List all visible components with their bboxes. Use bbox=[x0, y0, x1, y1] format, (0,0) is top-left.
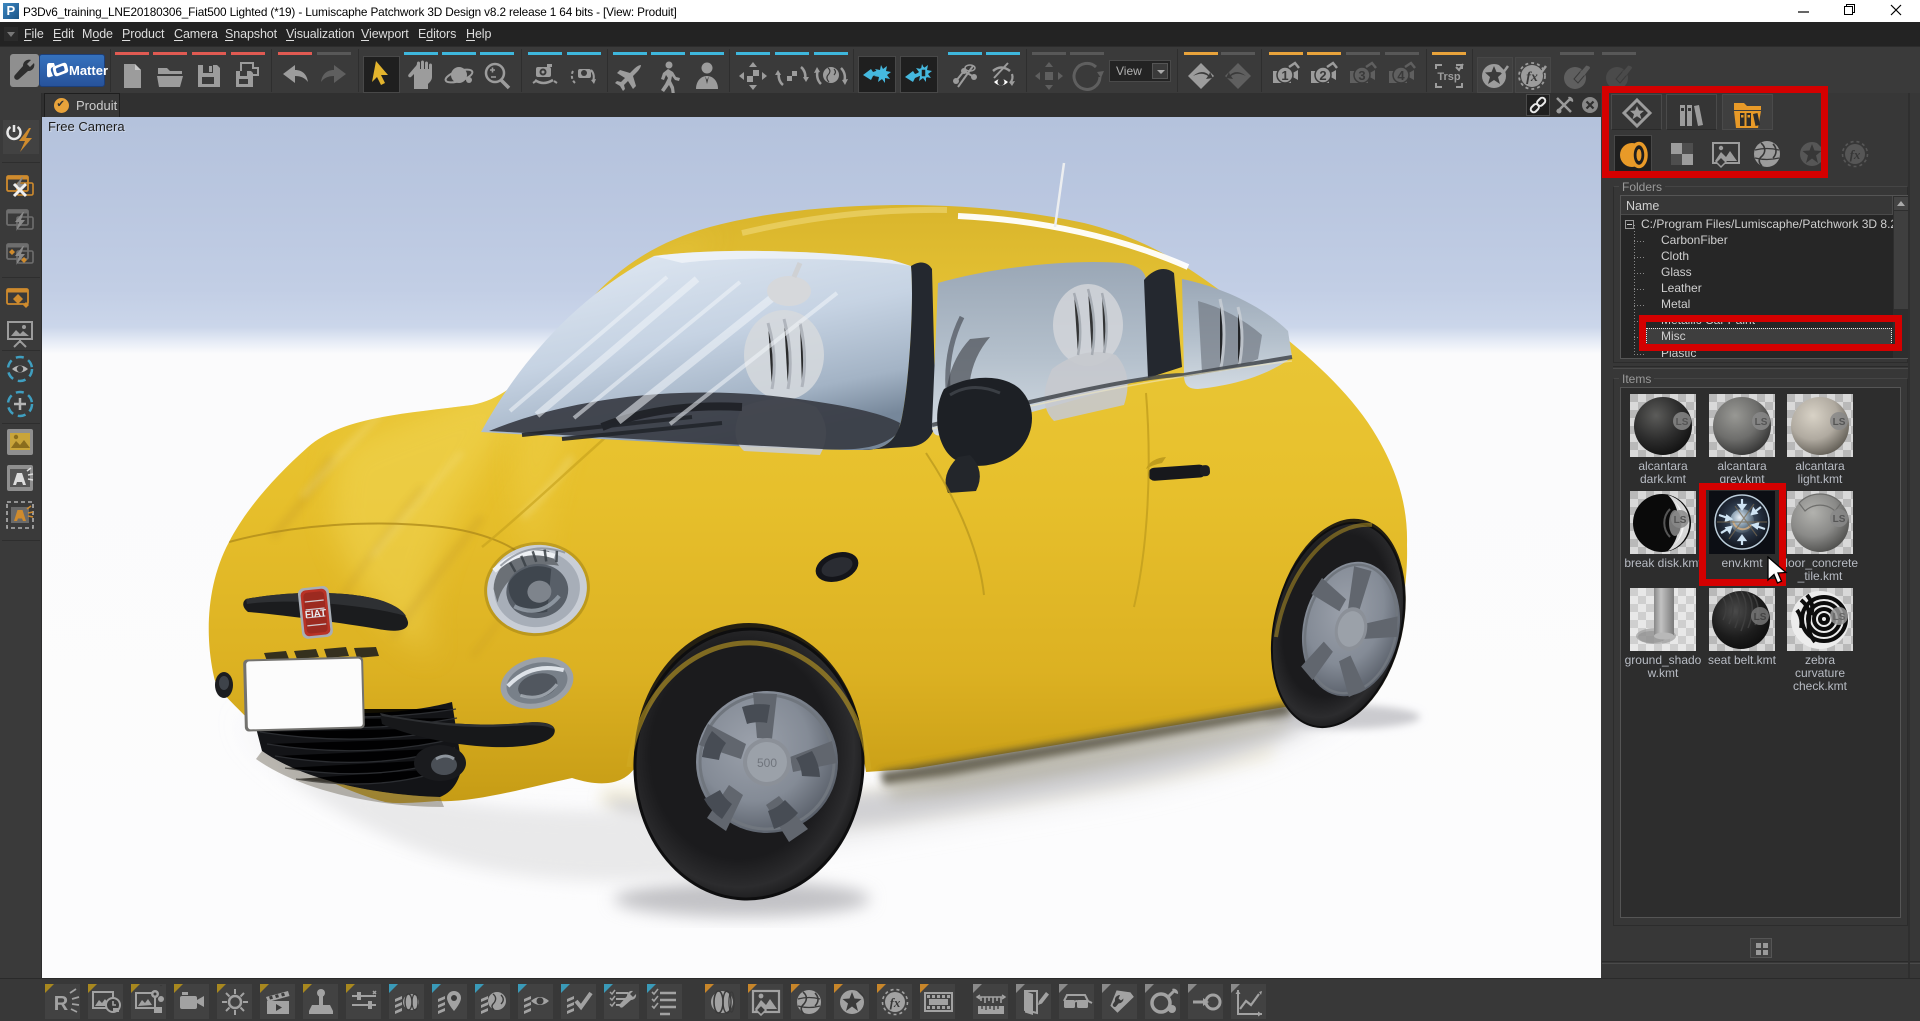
svg-text:500: 500 bbox=[757, 756, 777, 770]
svg-text:LS: LS bbox=[1674, 515, 1687, 526]
svg-text:LS: LS bbox=[1676, 417, 1689, 428]
svg-text:LS: LS bbox=[1755, 417, 1768, 428]
svg-text:LS: LS bbox=[1754, 612, 1767, 623]
svg-text:3: 3 bbox=[1358, 68, 1365, 83]
svg-text:LS: LS bbox=[1833, 612, 1846, 623]
svg-text:1: 1 bbox=[1281, 68, 1288, 83]
svg-text:FIAT: FIAT bbox=[304, 608, 327, 621]
svg-text:R: R bbox=[54, 993, 69, 1015]
svg-text:fx: fx bbox=[890, 995, 901, 1010]
svg-text:fx: fx bbox=[1850, 147, 1861, 162]
svg-text:LS: LS bbox=[1833, 417, 1846, 428]
svg-text:LS: LS bbox=[1833, 514, 1846, 525]
svg-text:2: 2 bbox=[1319, 68, 1326, 83]
svg-text:Trsp: Trsp bbox=[1437, 71, 1461, 83]
svg-text:fx: fx bbox=[1526, 70, 1538, 85]
svg-text:4: 4 bbox=[1397, 68, 1405, 83]
